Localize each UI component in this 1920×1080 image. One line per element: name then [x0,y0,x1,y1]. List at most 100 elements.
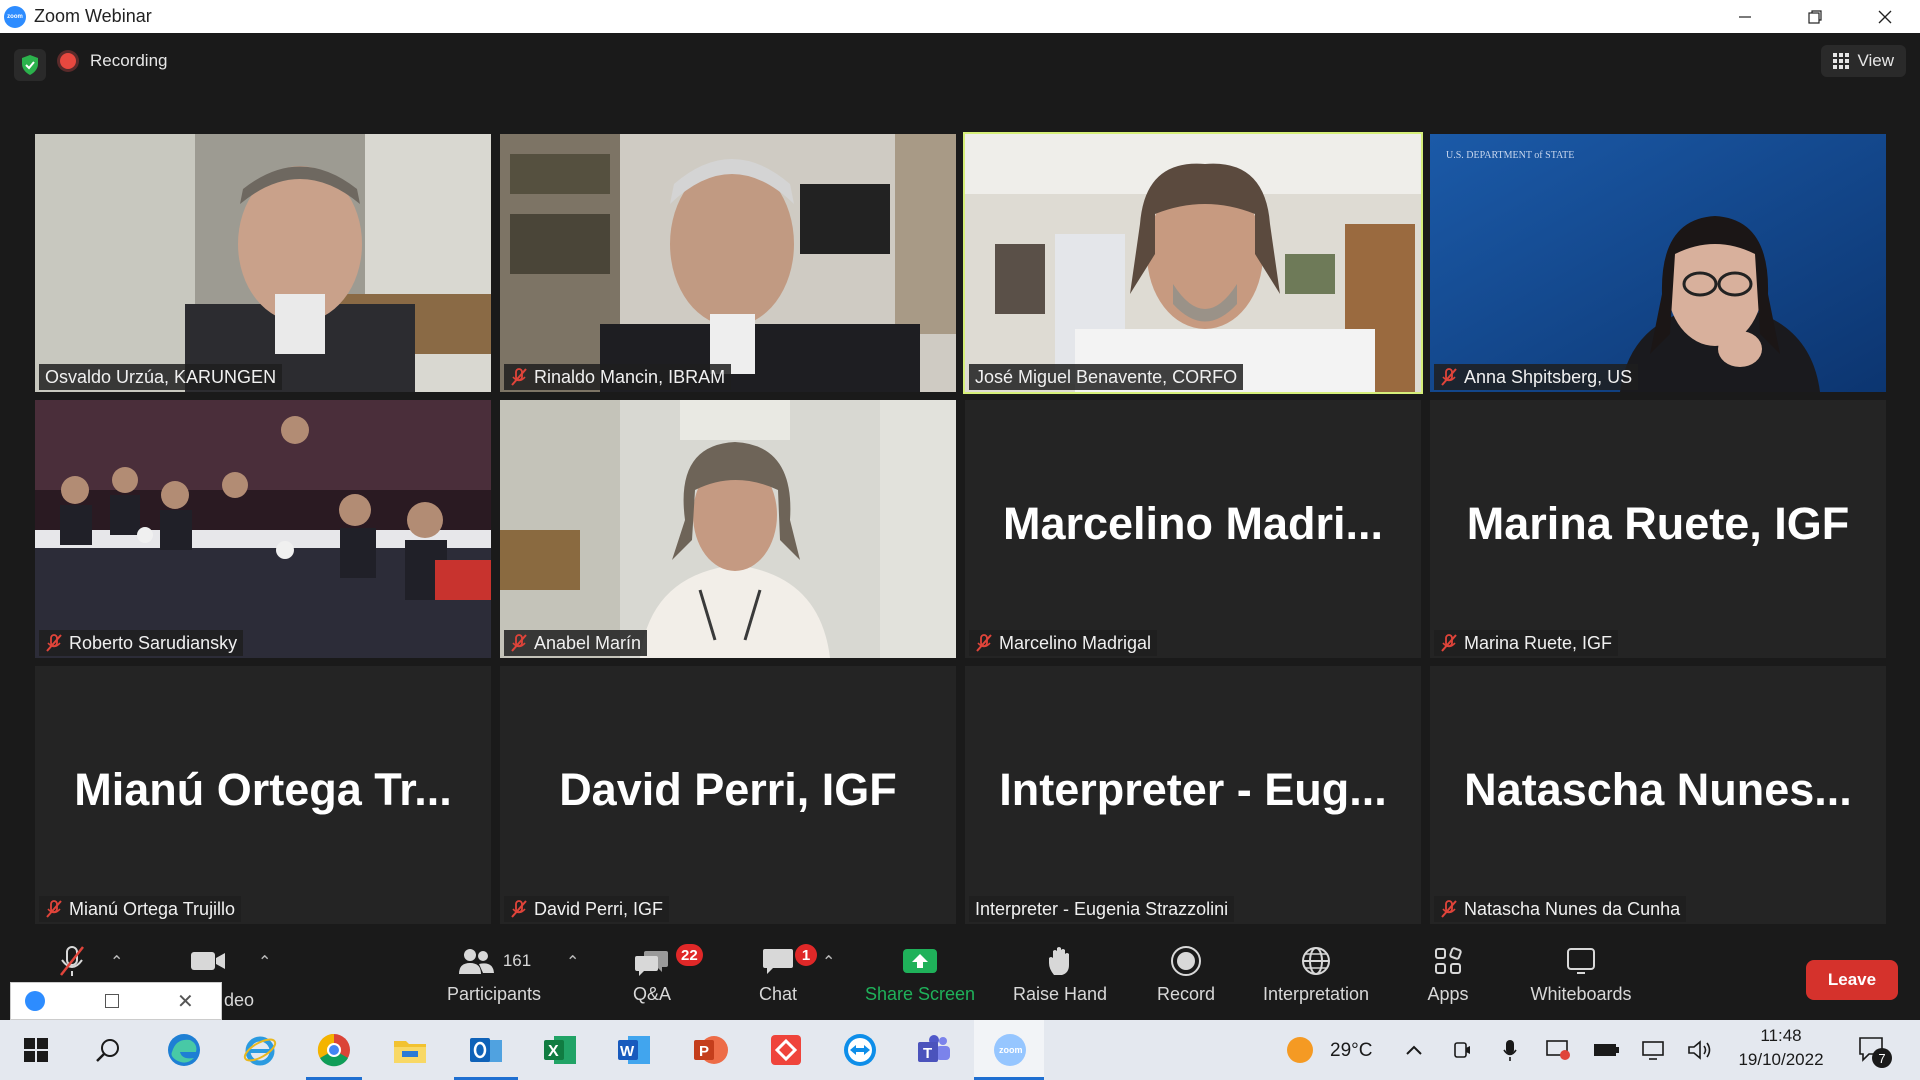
participant-tile[interactable]: Osvaldo Urzúa, KARUNGEN [35,134,491,392]
microphone-tray-icon[interactable] [1490,1030,1530,1070]
participant-video [35,134,491,392]
participant-tile[interactable]: Marina Ruete, IGF Marina Ruete, IGF [1430,400,1886,658]
teamviewer-icon[interactable] [840,1030,880,1070]
muted-mic-icon [511,634,527,652]
participants-options-chevron-icon[interactable]: ⌃ [566,952,579,972]
recording-indicator[interactable]: Recording [60,51,168,71]
apps-button[interactable]: Apps [1418,940,1478,1020]
participant-display-name: Mianú Ortega Tr... [74,764,452,815]
video-options-chevron-icon[interactable]: ⌃ [258,952,271,972]
screen-share-tray-icon[interactable] [1538,1030,1578,1070]
close-icon[interactable]: ✕ [177,989,194,1014]
chat-label: Chat [758,984,798,1004]
network-icon[interactable] [1634,1030,1674,1070]
record-icon [1171,946,1201,976]
view-button[interactable]: View [1821,45,1906,77]
zoom-mini-window[interactable]: ✕ [10,982,222,1020]
edge-browser-icon[interactable] [164,1030,204,1070]
qa-badge: 22 [676,944,703,966]
svg-text:P: P [699,1043,709,1060]
video-camera-icon [191,952,225,970]
participant-tile[interactable]: U.S. DEPARTMENT of STATE Anna Shpitsberg… [1430,134,1886,392]
muted-mic-icon [511,368,527,386]
participant-tile[interactable]: Rinaldo Mancin, IBRAM [500,134,956,392]
raise-hand-button[interactable]: Raise Hand [1010,940,1110,1020]
clock-time: 11:48 [1760,1026,1802,1045]
participant-name-tag: Anna Shpitsberg, US [1434,364,1639,390]
share-screen-button[interactable]: Share Screen [864,940,976,1020]
word-icon[interactable]: W [614,1030,654,1070]
battery-icon[interactable] [1586,1030,1626,1070]
file-explorer-icon[interactable] [390,1030,430,1070]
camera-tray-icon[interactable] [1442,1030,1482,1070]
view-label: View [1857,51,1894,70]
volume-icon[interactable] [1680,1030,1720,1070]
participant-tile[interactable]: Natascha Nunes... Natascha Nunes da Cunh… [1430,666,1886,924]
recording-label: Recording [90,51,168,70]
security-shield-button[interactable] [14,49,46,81]
chat-button[interactable]: 1 Chat [748,940,817,1020]
chat-bubble-icon [763,949,793,974]
powerpoint-icon[interactable]: P [690,1030,730,1070]
participant-video [500,134,956,392]
participants-button[interactable]: 161 Participants [440,940,548,1020]
tray-expand-chevron-icon[interactable] [1394,1030,1434,1070]
notifications-icon[interactable]: 7 [1852,1030,1892,1070]
participant-name: Anna Shpitsberg, US [1464,366,1633,387]
minimize-button[interactable] [1710,0,1780,33]
participant-tile[interactable]: Anabel Marín [500,400,956,658]
audio-options-chevron-icon[interactable]: ⌃ [110,952,123,972]
participants-label: Participants [446,984,542,1004]
clock[interactable]: 11:48 19/10/2022 [1726,1026,1836,1070]
participant-name: Roberto Sarudiansky [69,632,238,653]
grid-view-icon [1833,53,1850,69]
teams-icon[interactable]: T [914,1030,954,1070]
participant-tile[interactable]: David Perri, IGF David Perri, IGF [500,666,956,924]
participant-video [965,134,1421,392]
close-icon [1878,10,1892,23]
internet-explorer-icon[interactable] [240,1030,280,1070]
close-button[interactable] [1850,0,1920,33]
apps-label: Apps [1427,984,1469,1004]
participant-video [500,400,956,658]
participant-name: Anabel Marín [534,632,642,653]
search-icon[interactable] [88,1030,128,1070]
record-button[interactable]: Record [1150,940,1222,1020]
participant-tile[interactable]: Mianú Ortega Tr... Mianú Ortega Trujillo [35,666,491,924]
participant-name: Rinaldo Mancin, IBRAM [534,366,726,387]
participant-name: Marina Ruete, IGF [1464,632,1613,653]
windows-start-icon[interactable] [16,1030,56,1070]
minimize-icon [1739,15,1751,18]
maximize-icon[interactable] [105,994,119,1008]
participant-tile[interactable]: Roberto Sarudiansky [35,400,491,658]
excel-icon[interactable]: X [540,1030,580,1070]
participant-name: José Miguel Benavente, CORFO [975,366,1238,387]
chat-options-chevron-icon[interactable]: ⌃ [822,952,835,972]
anydesk-icon[interactable] [766,1030,806,1070]
restore-button[interactable] [1780,0,1850,33]
participant-tile-active-speaker[interactable]: José Miguel Benavente, CORFO [963,132,1423,394]
globe-icon [1302,947,1330,975]
weather-sun-icon[interactable] [1280,1030,1320,1070]
muted-mic-icon [1441,634,1457,652]
interpretation-button[interactable]: Interpretation [1256,940,1376,1020]
participant-name-tag: Rinaldo Mancin, IBRAM [504,364,732,390]
participant-name-tag: David Perri, IGF [504,896,670,922]
participant-name: Mianú Ortega Trujillo [69,898,236,919]
qa-button[interactable]: 22 Q&A [622,940,703,1020]
leave-button[interactable]: Leave [1806,960,1898,1000]
window-title: Zoom Webinar [34,6,152,26]
participant-display-name: Natascha Nunes... [1464,764,1852,815]
whiteboards-button[interactable]: Whiteboards [1522,940,1640,1020]
muted-mic-icon [511,900,527,918]
chrome-icon[interactable] [314,1030,354,1070]
restore-icon [1808,9,1822,24]
participant-tile[interactable]: Interpreter - Eug... Interpreter - Eugen… [965,666,1421,924]
participant-tile[interactable]: Marcelino Madri... Marcelino Madrigal [965,400,1421,658]
participant-name: David Perri, IGF [534,898,664,919]
window-controls [1710,0,1920,33]
qa-bubbles-icon [635,951,668,976]
participant-name-tag: Osvaldo Urzúa, KARUNGEN [39,364,283,390]
participants-count: 161 [502,951,532,970]
outlook-icon[interactable] [466,1030,506,1070]
